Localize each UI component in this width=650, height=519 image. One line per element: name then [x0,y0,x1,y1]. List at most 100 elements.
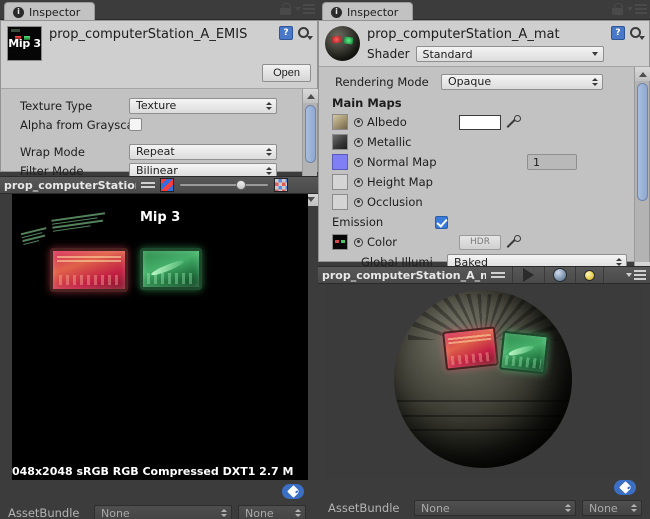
metallic-thumb[interactable] [332,134,348,150]
assetbundle-name-dropdown[interactable]: None [94,505,232,519]
height-toggle-icon[interactable] [354,177,363,187]
scroll-thumb[interactable] [637,83,648,201]
wrap-mode-label: Wrap Mode [20,144,85,159]
height-thumb[interactable] [332,174,348,190]
texture-info-bar: 048x2048 sRGB RGB Compressed DXT1 2.7 M [12,462,308,480]
rendering-mode-label: Rendering Mode [335,74,429,89]
open-button[interactable]: Open [262,64,311,82]
alpha-checker-icon[interactable] [274,178,288,192]
help-book-icon[interactable]: ? [611,26,625,40]
scroll-up-arrow[interactable] [303,89,318,103]
drag-grip-icon[interactable] [491,272,505,278]
asset-label-icon[interactable] [282,484,304,499]
albedo-label: Albedo [367,115,407,129]
texture-type-value: Texture [136,99,177,112]
left-inspector-panel: i Inspector Mip 3 prop_computerStation_A… [0,0,318,519]
right-assetbundle-row: AssetBundle None None [318,500,650,516]
material-preview-title: prop_computerStation_A_ma [322,268,486,282]
info-icon: i [331,6,342,18]
emission-color-toggle-icon[interactable] [354,237,363,247]
map-row-emission-color: Color HDR [325,232,627,252]
occlusion-thumb[interactable] [332,194,348,210]
right-vertical-scrollbar[interactable] [634,67,650,276]
texture-preview-canvas[interactable]: Mip 3 [12,194,308,462]
material-preview-header: prop_computerStation_A_ma [318,266,650,284]
alpha-from-grayscale-label: Alpha from Grayscal [20,117,129,132]
left-tab-bar: i Inspector [0,0,318,21]
normal-map-scale-value[interactable]: 1 [527,154,577,170]
rgb-channel-icon[interactable] [160,178,174,192]
rendering-mode-dropdown[interactable]: Opaque [441,73,603,90]
preview-mesh-sphere-icon[interactable] [553,268,567,282]
tab-inspector-right[interactable]: i Inspector [322,2,414,21]
albedo-toggle-icon[interactable] [354,117,363,127]
eyedropper-icon[interactable] [507,235,521,249]
eyedropper-icon[interactable] [507,115,521,129]
row-rendering-mode: Rendering Mode Opaque [325,73,627,90]
gear-icon[interactable] [629,26,645,40]
mip-level-slider[interactable] [180,178,268,192]
assetbundle-variant-dropdown[interactable]: None [238,505,306,519]
row-texture-type: Texture Type Texture [7,97,295,114]
material-preview-canvas[interactable] [326,284,642,478]
assetbundle-label: AssetBundle [328,501,400,515]
shader-dropdown[interactable]: Standard [415,46,604,62]
shader-row: Shader Standard [367,46,604,62]
material-title: prop_computerStation_A_mat [367,27,560,42]
map-row-normal: Normal Map 1 [325,152,627,172]
emission-thumb[interactable] [332,234,348,250]
gear-icon[interactable] [297,26,313,40]
occlusion-toggle-icon[interactable] [354,197,363,207]
row-emission: Emission [325,212,627,232]
emission-hdr-color-field[interactable]: HDR [459,234,501,250]
texture-info-text: 048x2048 sRGB RGB Compressed DXT1 2.7 M [12,464,294,478]
play-icon[interactable] [523,268,534,282]
left-tabbar-controls [280,3,315,15]
normal-map-label: Normal Map [367,155,437,169]
panel-menu-icon[interactable] [627,4,647,14]
scroll-up-arrow[interactable] [635,67,650,81]
texture-thumbnail-mip-label: Mip 3 [8,37,41,50]
assetbundle-name-dropdown[interactable]: None [414,500,576,516]
preview-menu-icon[interactable] [626,270,646,280]
lock-icon[interactable] [612,3,623,15]
metallic-toggle-icon[interactable] [354,137,363,147]
panel-menu-icon[interactable] [295,4,315,14]
texture-preview-title: prop_computerStation_A [4,178,136,192]
texture-preview-header: prop_computerStation_A [0,176,318,194]
drag-grip-icon[interactable] [141,182,155,188]
normal-toggle-icon[interactable] [354,157,363,167]
map-row-height: Height Map [325,172,627,192]
right-asset-header: prop_computerStation_A_mat Shader Standa… [319,21,649,67]
height-map-label: Height Map [367,175,433,189]
normal-thumb[interactable] [332,154,348,170]
left-footer: AssetBundle None None [0,481,318,519]
map-row-albedo: Albedo [325,112,627,132]
map-row-metallic: Metallic [325,132,627,152]
metallic-label: Metallic [367,135,412,149]
scroll-thumb[interactable] [305,105,316,163]
left-header-icons: ? [279,26,313,40]
assetbundle-variant-value: None [245,506,274,519]
wrap-mode-dropdown[interactable]: Repeat [129,143,277,160]
left-inspector-body: Mip 3 prop_computerStation_A_EMIS ? Open [0,20,318,206]
row-wrap-mode: Wrap Mode Repeat [7,143,295,160]
preview-lighting-icon[interactable] [584,269,595,281]
asset-label-icon[interactable] [614,480,636,495]
tab-inspector-left[interactable]: i Inspector [4,2,96,21]
alpha-from-grayscale-checkbox[interactable] [129,118,142,131]
occlusion-label: Occlusion [367,195,423,209]
texture-red-screen [50,248,128,292]
albedo-color-swatch[interactable] [459,114,501,130]
emission-checkbox[interactable] [435,215,448,229]
shader-value: Standard [422,47,473,61]
assetbundle-label: AssetBundle [8,506,80,519]
albedo-thumb[interactable] [332,114,348,130]
main-maps-header: Main Maps [332,96,402,110]
mip-overlay-label: Mip 3 [140,210,181,225]
lock-icon[interactable] [280,3,291,15]
texture-type-dropdown[interactable]: Texture [129,97,277,114]
help-book-icon[interactable]: ? [279,26,293,40]
assetbundle-variant-dropdown[interactable]: None [582,500,642,516]
tab-label: Inspector [29,5,81,19]
